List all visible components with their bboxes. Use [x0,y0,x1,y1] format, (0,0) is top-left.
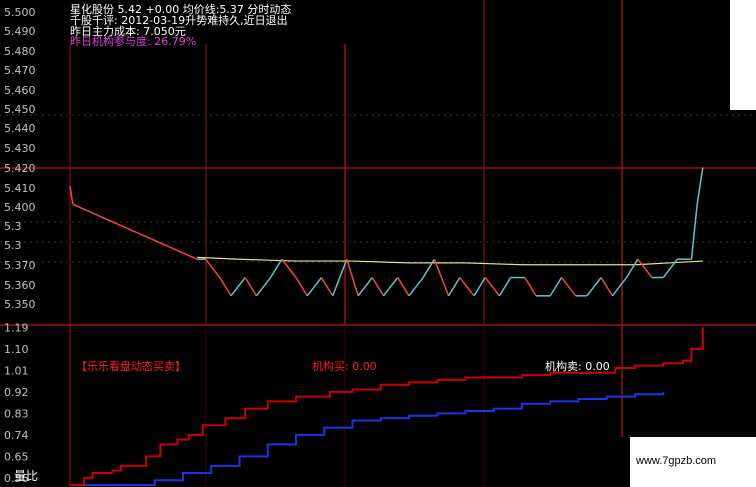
price-tick-label: 5.470 [4,64,36,77]
price-tick-label: 5.360 [4,279,36,292]
price-tick-label: 5.490 [4,25,36,38]
price-tick-label: 5.410 [4,182,36,195]
ratio-tick-label: 0.92 [4,386,29,399]
ratio-tick-label: 1.01 [4,364,29,377]
header-institution-participation: 昨日机构参与度: 26.79% [70,34,196,48]
price-tick-label: 5.460 [4,84,36,97]
price-tick-label: 5.420 [4,162,36,175]
intraday-chart-screenshot: 5.500 5.490 5.480 5.470 5.460 5.450 5.440 5.430… [0,0,756,487]
ratio-tick-label: 1.10 [4,343,29,356]
price-tick-label: 5.480 [4,45,36,58]
right-margin-patch [730,0,756,110]
price-tick-label: 5.500 [4,6,36,19]
volume-ratio-axis-label: 量比 [14,469,38,483]
price-tick-label: 5.400 [4,201,36,214]
ratio-tick-label: 1.19 [4,321,29,334]
price-tick-label: 5.440 [4,122,36,135]
chart-background [0,0,756,487]
price-tick-label: 5.430 [4,142,36,155]
price-tick-label: 5.3 [4,239,22,252]
ratio-tick-label: 0.65 [4,450,29,463]
watermark-text: www.7gpzb.com [636,455,717,467]
ratio-tick-label: 0.83 [4,407,29,420]
price-tick-label: 5.370 [4,259,36,272]
ratio-tick-label: 0.74 [4,429,29,442]
price-tick-label: 5.3 [4,220,22,233]
chart-canvas: 5.500 5.490 5.480 5.470 5.460 5.450 5.440 5.430… [0,0,756,487]
lower-panel-title: 【乐乐看盘动态买卖】 [76,359,186,373]
institution-buy-label: 机构买: 0.00 [312,359,377,373]
price-tick-label: 5.450 [4,103,36,116]
institution-sell-label: 机构卖: 0.00 [545,359,610,373]
price-tick-label: 5.350 [4,298,36,311]
